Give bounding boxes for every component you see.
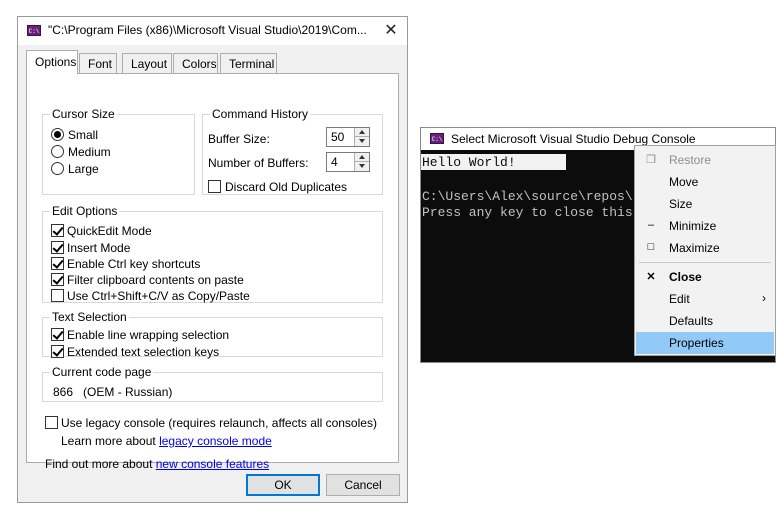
minimize-icon: –	[647, 219, 655, 231]
code-page-legend: Current code page	[52, 365, 152, 379]
spin-up-icon[interactable]	[355, 153, 369, 162]
options-tab-panel: Cursor Size Small Medium Large Command H…	[26, 73, 399, 471]
cursor-size-small-radio[interactable]	[51, 128, 64, 141]
buffer-size-value[interactable]: 50	[331, 130, 344, 144]
find-out-more-text: Find out more about new console features	[45, 457, 269, 471]
insert-mode-checkbox[interactable]	[51, 241, 64, 254]
enable-ctrl-shortcuts-label: Enable Ctrl key shortcuts	[67, 257, 201, 271]
legacy-console-label: Use legacy console (requires relaunch, a…	[61, 416, 377, 430]
find-out-prefix: Find out more about	[45, 457, 156, 471]
menu-item-edit[interactable]: Edit ›	[636, 288, 774, 310]
menu-item-label: Restore	[669, 153, 712, 167]
number-of-buffers-spin-buttons	[354, 153, 369, 171]
menu-item-minimize[interactable]: – Minimize	[636, 215, 774, 237]
text-selection-legend: Text Selection	[52, 310, 127, 324]
cursor-size-legend: Cursor Size	[52, 107, 115, 121]
menu-item-size[interactable]: Size	[636, 193, 774, 215]
number-of-buffers-spinner[interactable]: 4	[326, 152, 370, 172]
extended-selection-keys-label: Extended text selection keys	[67, 345, 220, 359]
line-wrapping-selection-label: Enable line wrapping selection	[67, 328, 230, 342]
buffer-size-spin-buttons	[354, 128, 369, 146]
menu-item-label: Size	[669, 197, 693, 211]
menu-item-label: Defaults	[669, 314, 714, 328]
tab-options[interactable]: Options	[26, 50, 78, 74]
menu-item-label: Properties	[669, 336, 724, 350]
discard-old-duplicates-checkbox[interactable]	[208, 180, 221, 193]
menu-item-maximize[interactable]: □ Maximize	[636, 237, 774, 259]
menu-item-label: Edit	[669, 292, 690, 306]
enable-ctrl-shortcuts-checkbox[interactable]	[51, 257, 64, 270]
restore-icon: ❐	[646, 154, 656, 166]
spin-up-icon[interactable]	[355, 128, 369, 137]
discard-old-duplicates-label: Discard Old Duplicates	[225, 180, 348, 194]
console-properties-dialog: C:\ "C:\Program Files (x86)\Microsoft Vi…	[17, 16, 408, 503]
new-console-features-link[interactable]: new console features	[156, 457, 269, 471]
menu-item-label: Close	[669, 270, 702, 284]
number-of-buffers-label: Number of Buffers:	[208, 156, 309, 170]
cursor-size-large-radio[interactable]	[51, 162, 64, 175]
legacy-console-mode-link[interactable]: legacy console mode	[159, 434, 272, 448]
console-title: Select Microsoft Visual Studio Debug Con…	[451, 132, 696, 146]
menu-item-properties[interactable]: Properties	[636, 332, 774, 354]
legacy-console-checkbox[interactable]	[45, 416, 58, 429]
learn-more-prefix: Learn more about	[61, 434, 160, 448]
system-context-menu: ❐ Restore Move Size – Minimize □ Maximiz…	[634, 145, 776, 356]
menu-item-label: Maximize	[669, 241, 720, 255]
menu-item-defaults[interactable]: Defaults	[636, 310, 774, 332]
filter-clipboard-label: Filter clipboard contents on paste	[67, 273, 244, 287]
spin-down-icon[interactable]	[355, 162, 369, 171]
extended-selection-keys-checkbox[interactable]	[51, 345, 64, 358]
learn-more-text: Learn more about legacy console mode	[61, 434, 272, 448]
maximize-icon: □	[647, 241, 655, 253]
code-page-value: 866 (OEM - Russian)	[53, 385, 173, 399]
menu-item-label: Minimize	[669, 219, 717, 233]
cursor-size-medium-radio[interactable]	[51, 145, 64, 158]
console-line-3: C:\Users\Alex\source\repos\	[422, 189, 633, 204]
quickedit-mode-checkbox[interactable]	[51, 224, 64, 237]
console-line-1: Hello World!	[422, 155, 516, 170]
buffer-size-spinner[interactable]: 50	[326, 127, 370, 147]
cursor-size-group: Cursor Size	[42, 108, 195, 195]
edit-options-legend: Edit Options	[52, 204, 118, 218]
number-of-buffers-value[interactable]: 4	[331, 155, 338, 169]
submenu-arrow-icon: ›	[762, 291, 766, 305]
spin-down-icon[interactable]	[355, 137, 369, 146]
menu-item-label: Move	[669, 175, 699, 189]
console-line-4: Press any key to close this	[422, 205, 633, 220]
menu-separator	[639, 262, 771, 263]
command-history-legend: Command History	[212, 107, 309, 121]
close-icon: ✕	[646, 271, 656, 283]
menu-item-move[interactable]: Move	[636, 171, 774, 193]
buffer-size-label: Buffer Size:	[208, 132, 270, 146]
line-wrapping-selection-checkbox[interactable]	[51, 328, 64, 341]
insert-mode-label: Insert Mode	[67, 241, 131, 255]
quickedit-mode-label: QuickEdit Mode	[67, 224, 152, 238]
ctrl-shift-copy-paste-checkbox[interactable]	[51, 289, 64, 302]
menu-item-close[interactable]: ✕ Close	[636, 266, 774, 288]
ctrl-shift-copy-paste-label: Use Ctrl+Shift+C/V as Copy/Paste	[67, 289, 250, 303]
cursor-size-medium-label: Medium	[68, 145, 111, 159]
menu-item-restore[interactable]: ❐ Restore	[636, 149, 774, 171]
cursor-size-large-label: Large	[68, 162, 99, 176]
filter-clipboard-checkbox[interactable]	[51, 273, 64, 286]
console-app-icon[interactable]: C:\	[430, 133, 444, 144]
cursor-size-small-label: Small	[68, 128, 99, 142]
